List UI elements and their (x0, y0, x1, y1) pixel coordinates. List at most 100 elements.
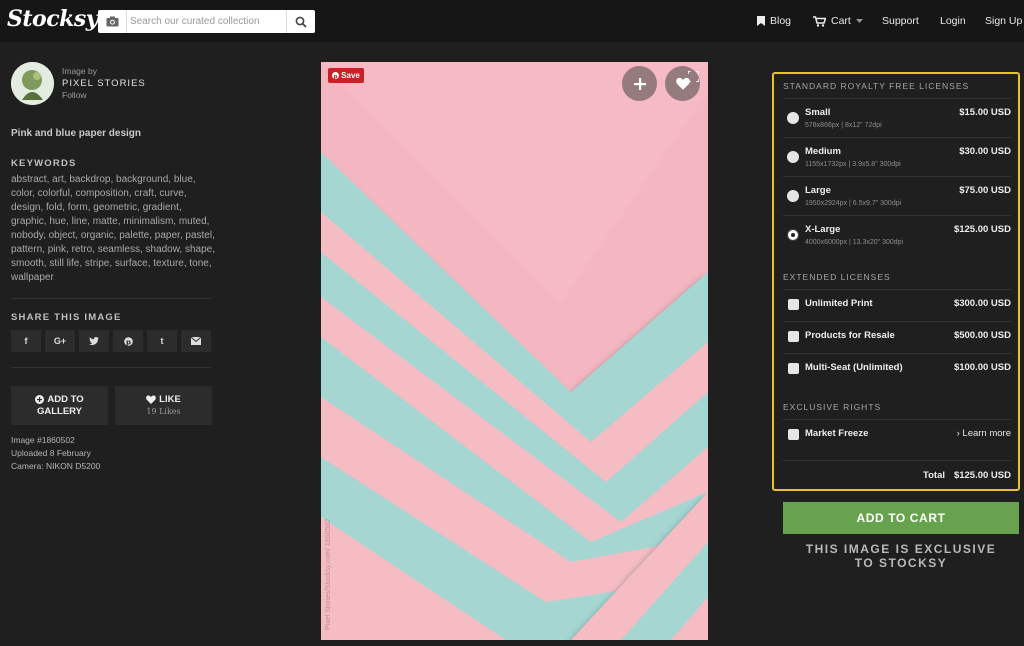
license-medium[interactable]: Medium 1155x1732px | 3.9x5.8" 300dpi $30… (783, 137, 1011, 175)
search-icon[interactable] (286, 10, 315, 33)
search-bar (98, 10, 315, 33)
license-price: $125.00 USD (953, 224, 1011, 235)
license-price: $500.00 USD (953, 330, 1011, 341)
license-name: Products for Resale (805, 330, 895, 341)
main-photo[interactable]: Pixel Stories/Stocksy.com/ 1860502 (321, 62, 708, 640)
tumblr-icon[interactable]: t (147, 330, 177, 352)
exclusive-line-1: THIS IMAGE IS EXCLUSIVE (805, 542, 997, 556)
divider (11, 298, 211, 299)
license-price: $15.00 USD (959, 107, 1011, 118)
license-small[interactable]: Small 578x866px | 8x12" 72dpi $15.00 USD (783, 98, 1011, 136)
extended-licenses-heading: EXTENDED LICENSES (783, 272, 891, 282)
mail-icon[interactable] (181, 330, 211, 352)
checkbox-unlimited-print[interactable] (788, 299, 799, 310)
license-multi-seat[interactable]: Multi-Seat (Unlimited) $100.00 USD (783, 353, 1011, 384)
nav-cart-label: Cart (831, 15, 851, 27)
image-by-label: Image by (62, 66, 97, 76)
nav-support[interactable]: Support (882, 15, 919, 27)
facebook-icon[interactable]: f (11, 330, 41, 352)
plus-icon (633, 77, 646, 90)
total-value: $125.00 USD (953, 470, 1011, 481)
nav-login[interactable]: Login (940, 15, 966, 27)
license-dims: 1155x1732px | 3.9x5.8" 300dpi (805, 161, 901, 168)
license-products-resale[interactable]: Products for Resale $500.00 USD (783, 321, 1011, 352)
google-plus-icon[interactable]: G+ (45, 330, 75, 352)
license-unlimited-print[interactable]: Unlimited Print $300.00 USD (783, 289, 1011, 320)
divider (11, 367, 211, 368)
license-market-freeze[interactable]: Market Freeze › Learn more (783, 419, 1011, 459)
radio-large[interactable] (787, 190, 799, 202)
top-header: Stocksy Blog Cart Support Login Sign Up (0, 0, 1024, 42)
exclusive-rights-heading: EXCLUSIVE RIGHTS (783, 402, 882, 412)
learn-more-link[interactable]: › Learn more (957, 428, 1011, 439)
like-button[interactable]: LIKE 19 Likes (115, 386, 212, 425)
nav-cart[interactable]: Cart (813, 15, 863, 27)
chevron-down-icon (855, 18, 863, 23)
radio-small[interactable] (787, 112, 799, 124)
license-name: Medium (805, 146, 841, 157)
camera-info: Camera: NIKON D5200 (11, 461, 101, 471)
nav-signup-label: Sign Up (985, 15, 1023, 27)
license-price: $300.00 USD (953, 298, 1011, 309)
license-name: Market Freeze (805, 428, 869, 439)
share-heading: SHARE THIS IMAGE (11, 312, 122, 323)
stocksy-logo[interactable]: Stocksy (7, 6, 99, 32)
exclusive-line-2: TO STOCKSY (854, 556, 948, 570)
license-name: Large (805, 185, 831, 196)
license-price: $100.00 USD (953, 362, 1011, 373)
author-name[interactable]: PIXEL STORIES (62, 78, 146, 89)
share-buttons: f G+ p t (11, 330, 211, 352)
pinterest-save-button[interactable]: p Save (328, 68, 364, 83)
svg-text:p: p (334, 74, 338, 79)
license-dims: 578x866px | 8x12" 72dpi (805, 122, 882, 129)
svg-text:p: p (125, 338, 130, 346)
nav-support-label: Support (882, 15, 919, 27)
license-price: $75.00 USD (959, 185, 1011, 196)
fullscreen-icon[interactable] (687, 69, 700, 83)
checkbox-market-freeze[interactable] (788, 429, 799, 440)
license-large[interactable]: Large 1950x2924px | 6.5x9.7" 300dpi $75.… (783, 176, 1011, 214)
nav-blog[interactable]: Blog (757, 15, 791, 27)
nav-signup[interactable]: Sign Up (985, 15, 1022, 27)
radio-xlarge[interactable] (787, 229, 799, 241)
license-name: Multi-Seat (Unlimited) (805, 362, 903, 373)
follow-link[interactable]: Follow (62, 90, 87, 100)
license-name: Unlimited Print (805, 298, 873, 309)
search-input[interactable] (130, 12, 280, 31)
likes-count: 19 Likes (146, 406, 181, 416)
total-row: Total $125.00 USD (783, 460, 1011, 488)
license-name: X-Large (805, 224, 841, 235)
gallery-label: GALLERY (36, 405, 83, 417)
author-avatar[interactable] (11, 62, 54, 105)
nav-login-label: Login (940, 15, 966, 27)
pinterest-icon[interactable]: p (113, 330, 143, 352)
image-title: Pink and blue paper design (11, 128, 142, 139)
checkbox-multi-seat[interactable] (788, 363, 799, 374)
photo-watermark: Pixel Stories/Stocksy.com/ 1860502 (325, 518, 332, 630)
bookmark-icon (757, 16, 765, 26)
cart-icon (813, 15, 826, 27)
standard-licenses-heading: STANDARD ROYALTY FREE LICENSES (783, 81, 970, 91)
add-to-cart-button[interactable]: ADD TO CART (783, 502, 1019, 534)
exclusive-notice: THIS IMAGE IS EXCLUSIVE TO STOCKSY (783, 542, 1019, 570)
add-to-gallery-button[interactable]: ADD TO GALLERY (11, 386, 108, 425)
twitter-icon[interactable] (79, 330, 109, 352)
upload-date: Uploaded 8 February (11, 448, 91, 458)
pinterest-icon: p (332, 72, 340, 79)
license-xlarge[interactable]: X-Large 4000x6000px | 13.3x20" 300dpi $1… (783, 215, 1011, 255)
save-label: Save (341, 71, 360, 80)
heart-icon (146, 395, 157, 404)
license-panel: STANDARD ROYALTY FREE LICENSES Small 578… (772, 72, 1020, 491)
license-dims: 1950x2924px | 6.5x9.7" 300dpi (805, 200, 902, 207)
total-label: Total (923, 470, 945, 481)
nav-blog-label: Blog (770, 15, 792, 27)
like-label: LIKE (159, 393, 181, 405)
keywords-list[interactable]: abstract, art, backdrop, background, blu… (11, 173, 216, 285)
camera-icon[interactable] (98, 10, 127, 33)
checkbox-products-resale[interactable] (788, 331, 799, 342)
license-name: Small (805, 107, 831, 118)
image-id: Image #1860502 (11, 435, 75, 445)
radio-medium[interactable] (787, 151, 799, 163)
keywords-heading: KEYWORDS (11, 158, 77, 169)
add-to-lightbox-button[interactable] (622, 66, 657, 101)
